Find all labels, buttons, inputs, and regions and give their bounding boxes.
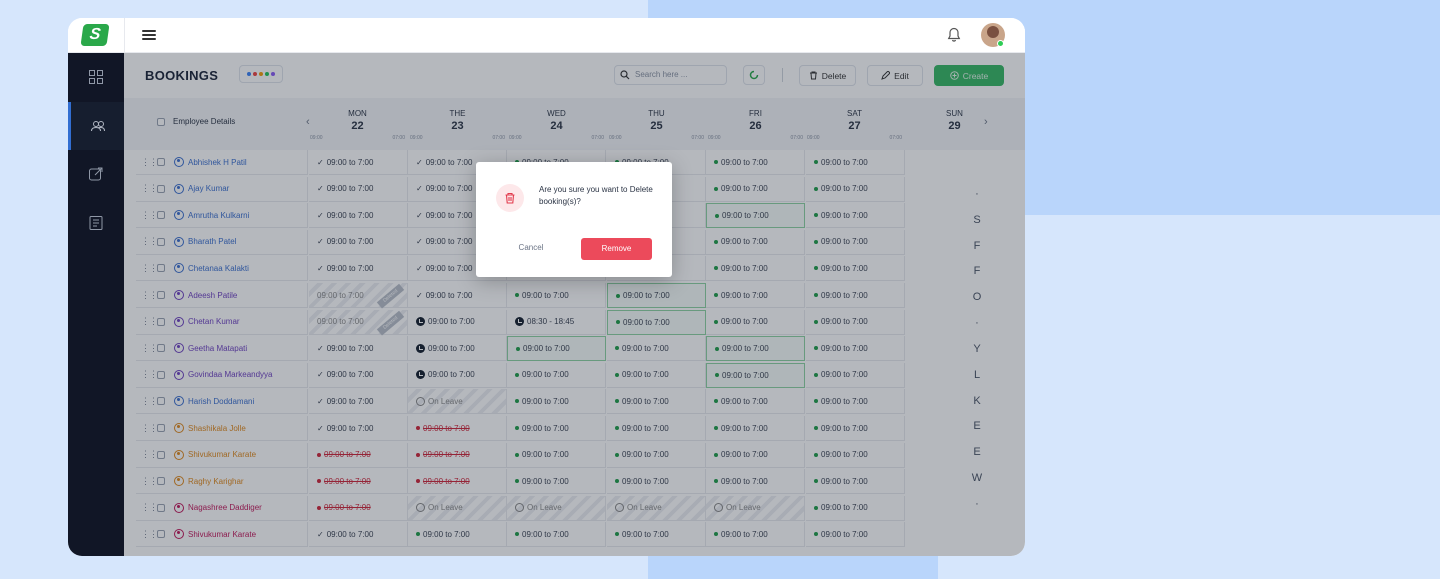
hamburger-icon[interactable]	[142, 30, 156, 40]
modal-overlay[interactable]	[124, 53, 1025, 556]
cancel-button[interactable]: Cancel	[506, 238, 556, 258]
divider	[124, 18, 125, 53]
trash-icon-badge	[496, 184, 524, 212]
delete-confirm-dialog: Are you sure you want to Delete booking(…	[476, 162, 672, 277]
bell-icon[interactable]	[947, 27, 961, 43]
top-bar: S	[68, 18, 1025, 53]
sidebar-shade	[68, 53, 124, 556]
app-logo[interactable]: S	[80, 24, 110, 46]
app-window: S BOOKINGS Search here ... Delete Edit C…	[68, 18, 1025, 556]
online-status-dot	[997, 40, 1004, 47]
dialog-message: Are you sure you want to Delete booking(…	[539, 185, 653, 206]
remove-button[interactable]: Remove	[581, 238, 652, 260]
trash-icon	[505, 192, 515, 204]
